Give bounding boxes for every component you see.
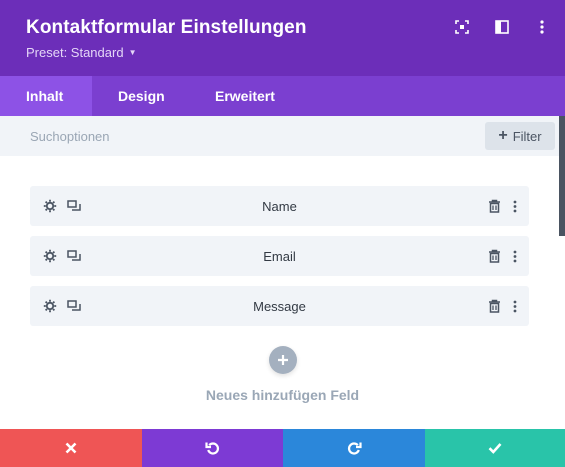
field-list: Name Email Message [30, 186, 529, 336]
caret-down-icon: ▼ [128, 48, 137, 57]
preset-label: Preset: Standard [26, 45, 124, 60]
modal-title: Kontaktformular Einstellungen [26, 17, 307, 38]
more-vertical-icon[interactable] [507, 198, 523, 214]
trash-icon[interactable] [486, 248, 502, 264]
filter-button[interactable]: + Filter [485, 122, 555, 150]
duplicate-icon[interactable] [66, 248, 82, 264]
expand-icon[interactable] [453, 18, 471, 36]
add-field-button[interactable] [268, 346, 297, 374]
save-button[interactable] [425, 429, 565, 467]
field-label: Message [253, 298, 306, 314]
add-field-section: Neues hinzufügen Feld [0, 346, 565, 403]
field-label: Email [263, 248, 296, 264]
tab-design[interactable]: Design [92, 76, 190, 116]
more-vertical-icon[interactable] [533, 18, 551, 36]
check-icon [488, 443, 502, 454]
search-input[interactable] [30, 116, 430, 156]
field-row-message[interactable]: Message [30, 286, 529, 326]
cancel-button[interactable] [0, 429, 142, 467]
add-field-label[interactable]: Neues hinzufügen Feld [206, 387, 359, 403]
settings-tabs: Inhalt Design Erweitert [0, 76, 565, 116]
redo-button[interactable] [283, 429, 425, 467]
more-vertical-icon[interactable] [507, 298, 523, 314]
plus-icon: + [498, 127, 508, 144]
close-icon [65, 442, 77, 454]
settings-header: Kontaktformular Einstellungen Preset: St… [0, 0, 565, 76]
trash-icon[interactable] [486, 298, 502, 314]
undo-button[interactable] [142, 429, 283, 467]
undo-icon [204, 442, 219, 455]
tab-inhalt[interactable]: Inhalt [0, 76, 92, 116]
duplicate-icon[interactable] [66, 198, 82, 214]
search-bar: + Filter [0, 116, 565, 156]
split-view-icon[interactable] [493, 18, 511, 36]
duplicate-icon[interactable] [66, 298, 82, 314]
trash-icon[interactable] [486, 198, 502, 214]
more-vertical-icon[interactable] [507, 248, 523, 264]
action-footer [0, 429, 565, 467]
tab-erweitert[interactable]: Erweitert [190, 76, 275, 116]
scrollbar[interactable] [559, 116, 565, 236]
preset-selector[interactable]: Preset: Standard ▼ [26, 45, 136, 60]
field-label: Name [262, 198, 297, 214]
filter-label: Filter [512, 128, 542, 144]
redo-icon [347, 442, 362, 455]
gear-icon[interactable] [42, 198, 58, 214]
plus-icon [277, 355, 288, 365]
gear-icon[interactable] [42, 298, 58, 314]
field-row-email[interactable]: Email [30, 236, 529, 276]
field-row-name[interactable]: Name [30, 186, 529, 226]
gear-icon[interactable] [42, 248, 58, 264]
